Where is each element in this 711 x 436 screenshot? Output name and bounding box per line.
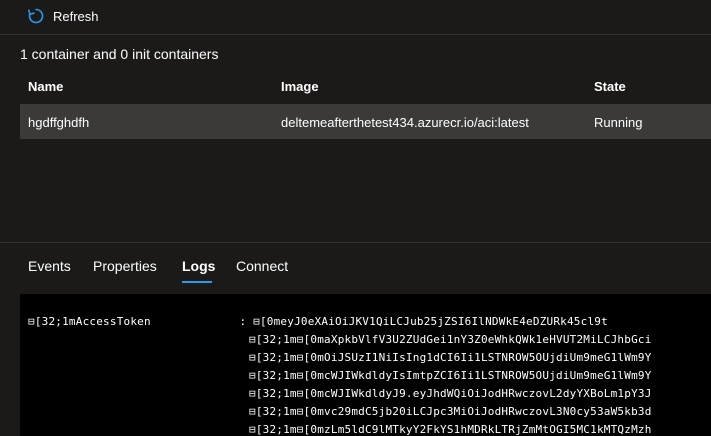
containers-summary: 1 container and 0 init containers (20, 46, 219, 62)
log-line: ⊟[32;1m⊟[0mvc29mdC5jb20iLCJpc3MiOiJodHRw… (249, 405, 652, 418)
refresh-icon (28, 8, 44, 24)
refresh-label: Refresh (53, 8, 99, 24)
container-name-cell: hgdffghdfh (28, 114, 90, 130)
logs-console[interactable]: ⊟[32;1mAccessToken : ⊟[0meyJ0eXAiOiJKV1Q… (20, 294, 711, 436)
log-line: ⊟[32;1mAccessToken : ⊟[0meyJ0eXAiOiJKV1Q… (28, 315, 608, 328)
refresh-button[interactable]: Refresh (27, 6, 99, 26)
log-line: ⊟[32;1m⊟[0maXpkbVlfV3U2ZUdGei1nY3Z0eWhkQ… (249, 333, 652, 346)
log-line: ⊟[32;1m⊟[0mcWJIWkdldyIsImtpZCI6Ii1LSTNRO… (249, 369, 652, 382)
containers-table: Name Image State hgdffghdfh deltemeafter… (20, 68, 711, 139)
column-header-state: State (594, 78, 626, 94)
detail-tabs: Events Properties Logs Connect (0, 242, 711, 291)
tab-events[interactable]: Events (28, 258, 71, 274)
tab-logs[interactable]: Logs (182, 258, 215, 274)
column-header-name: Name (28, 78, 64, 94)
container-image-cell: deltemeafterthetest434.azurecr.io/aci:la… (281, 114, 529, 130)
tab-properties[interactable]: Properties (93, 258, 157, 274)
table-header: Name Image State (20, 68, 711, 105)
log-line: ⊟[32;1m⊟[0mzLm5ldC9lMTkyY2FkYS1hMDRkLTRj… (249, 423, 652, 436)
table-row[interactable]: hgdffghdfh deltemeafterthetest434.azurec… (20, 105, 711, 139)
toolbar: Refresh (0, 0, 711, 35)
log-line: ⊟[32;1m⊟[0mOiJSUzI1NiIsIng1dCI6Ii1LSTNRO… (249, 351, 652, 364)
active-tab-indicator (182, 281, 212, 283)
container-state-cell: Running (594, 114, 643, 130)
log-line: ⊟[32;1m⊟[0mcWJIWkdldyJ9.eyJhdWQiOiJodHRw… (249, 387, 652, 400)
column-header-image: Image (281, 78, 319, 94)
tab-connect[interactable]: Connect (236, 258, 288, 274)
